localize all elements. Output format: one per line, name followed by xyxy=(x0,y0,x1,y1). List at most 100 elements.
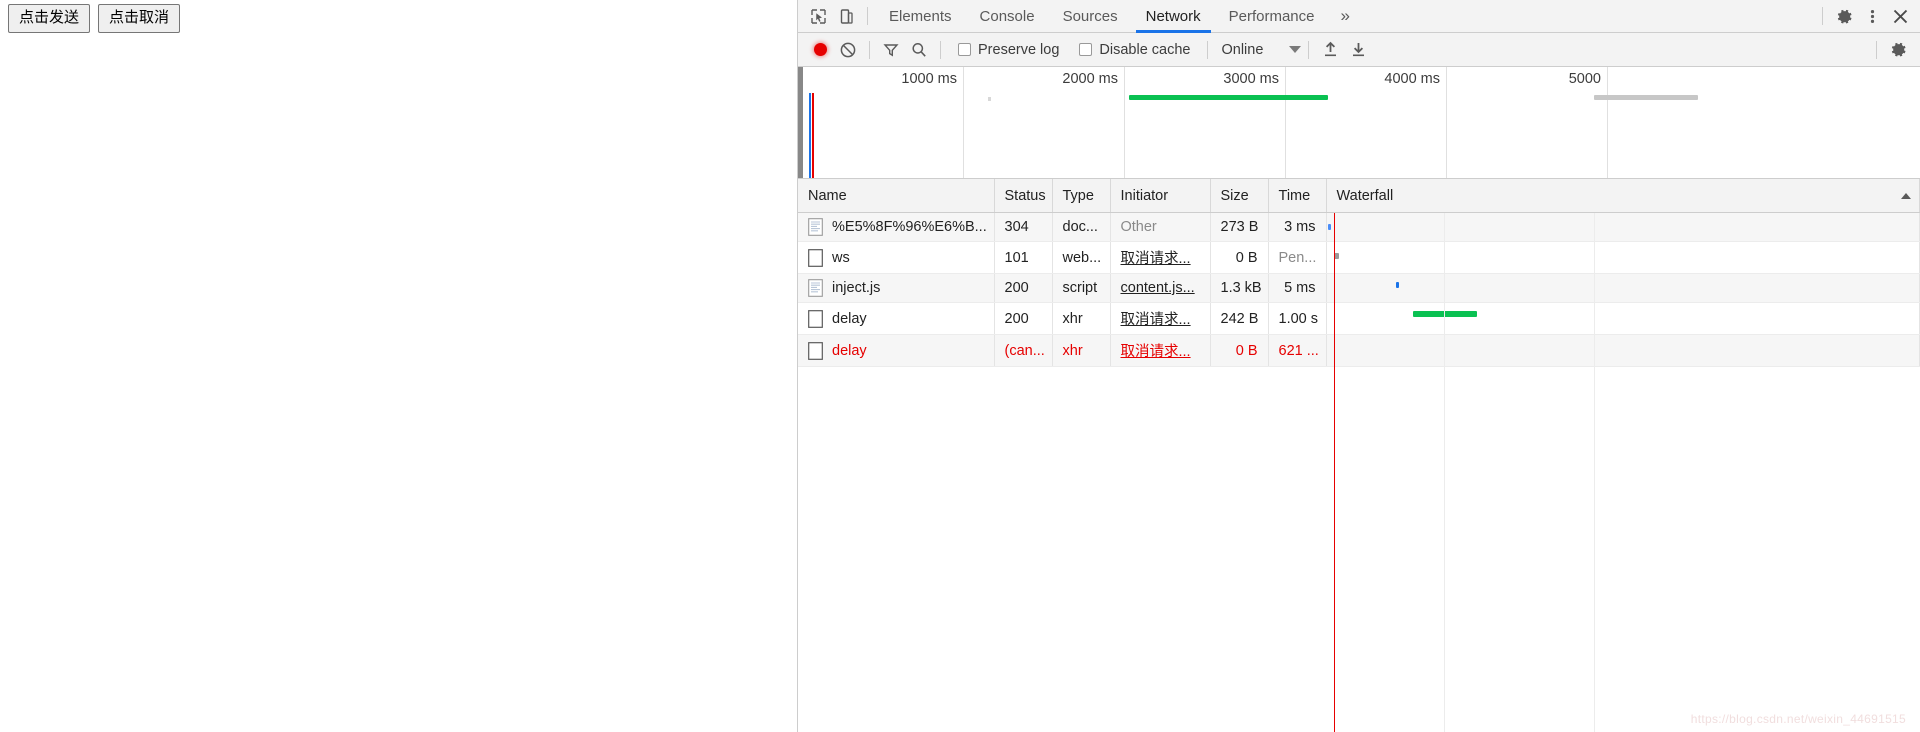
checkbox-box xyxy=(958,43,971,56)
generic-file-icon xyxy=(808,248,823,267)
tab-sources[interactable]: Sources xyxy=(1049,0,1132,33)
cell-initiator[interactable]: content.js... xyxy=(1110,273,1211,303)
toolbar-divider xyxy=(1207,40,1209,59)
tab-elements[interactable]: Elements xyxy=(875,0,966,33)
cancel-button[interactable]: 点击取消 xyxy=(98,4,181,33)
disable-cache-checkbox[interactable]: Disable cache xyxy=(1079,42,1190,58)
sort-ascending-icon xyxy=(1901,192,1911,199)
disable-cache-label: Disable cache xyxy=(1099,41,1191,58)
device-toolbar-icon[interactable] xyxy=(832,2,860,30)
cell-initiator: Other xyxy=(1110,212,1211,242)
table-header-row: Name Status Type Initiator Size Time Wat… xyxy=(798,179,1920,213)
network-overview-timeline[interactable]: 1000 ms 2000 ms 3000 ms 4000 ms 5000 xyxy=(798,67,1920,179)
more-tabs-chevron-icon[interactable]: » xyxy=(1329,0,1362,33)
request-name: delay xyxy=(832,342,867,359)
column-header-waterfall[interactable]: Waterfall xyxy=(1326,179,1920,213)
cell-size: 242 B xyxy=(1210,302,1269,335)
checkbox-box xyxy=(1079,43,1093,56)
overview-tick-label: 5000 xyxy=(1568,71,1601,87)
cell-initiator[interactable]: 取消请求... xyxy=(1110,302,1211,335)
search-icon[interactable] xyxy=(905,36,933,64)
generic-file-icon xyxy=(808,341,823,360)
column-header-initiator[interactable]: Initiator xyxy=(1110,179,1211,213)
throttling-select[interactable]: Online xyxy=(1221,41,1302,58)
cell-type: xhr xyxy=(1052,334,1111,367)
cell-waterfall xyxy=(1326,302,1920,335)
table-row[interactable]: %E5%8F%96%E6%B... 304 doc... Other 273 B3 ms xyxy=(798,212,1920,242)
column-header-type[interactable]: Type xyxy=(1052,179,1111,213)
initiator-link[interactable]: content.js... xyxy=(1121,280,1195,296)
gear-icon[interactable] xyxy=(1830,2,1858,30)
cell-name[interactable]: %E5%8F%96%E6%B... xyxy=(798,212,995,242)
table-row[interactable]: ws 101 web... 取消请求... 0 B Pen... xyxy=(798,241,1920,274)
column-header-size[interactable]: Size xyxy=(1210,179,1269,213)
initiator-link[interactable]: 取消请求... xyxy=(1121,312,1191,328)
overview-gridlines: 1000 ms 2000 ms 3000 ms 4000 ms 5000 xyxy=(798,67,1920,178)
cell-size: 1.3 kB xyxy=(1210,273,1269,303)
devtools-panel: Elements Console Sources Network Perform… xyxy=(797,0,1920,732)
clear-button[interactable] xyxy=(834,36,862,64)
initiator-link[interactable]: 取消请求... xyxy=(1121,344,1191,360)
overview-tick-3: 3000 ms xyxy=(1125,67,1286,178)
tab-console[interactable]: Console xyxy=(966,0,1049,33)
overview-left-resize-handle[interactable] xyxy=(798,67,803,178)
cell-waterfall xyxy=(1326,241,1920,274)
column-header-name[interactable]: Name xyxy=(798,179,995,213)
import-har-icon[interactable] xyxy=(1316,36,1344,64)
cell-name[interactable]: delay xyxy=(798,302,995,335)
request-name: ws xyxy=(832,249,850,266)
document-icon xyxy=(808,279,823,297)
dom-content-loaded-line xyxy=(809,93,811,178)
cell-name[interactable]: ws xyxy=(798,241,995,274)
network-request-table-wrapper[interactable]: Name Status Type Initiator Size Time Wat… xyxy=(798,179,1920,732)
chevron-down-icon xyxy=(1289,46,1302,53)
request-name: inject.js xyxy=(832,280,881,296)
close-icon[interactable] xyxy=(1886,2,1914,30)
screenshot-root: 点击发送 点击取消 Elements Console Sources Netwo… xyxy=(0,0,1920,732)
inspect-element-icon[interactable] xyxy=(804,2,832,30)
cell-name[interactable]: delay xyxy=(798,334,995,367)
cell-time: 1.00 s xyxy=(1268,302,1327,335)
kebab-menu-icon[interactable] xyxy=(1858,2,1886,30)
table-row[interactable]: delay 200 xhr 取消请求... 242 B 1.00 s xyxy=(798,302,1920,335)
column-header-time[interactable]: Time xyxy=(1268,179,1327,213)
cell-time: Pen... xyxy=(1268,241,1327,274)
table-row[interactable]: inject.js 200 script content.js... 1.3 kB 5 m… xyxy=(798,273,1920,303)
toolbar-divider xyxy=(1876,40,1877,59)
generic-file-icon xyxy=(808,309,823,328)
table-row[interactable]: delay (can... xhr 取消请求... 0 B 621 ... xyxy=(798,334,1920,367)
filter-icon[interactable] xyxy=(877,36,905,64)
throttling-value: Online xyxy=(1221,41,1264,58)
request-name: delay xyxy=(832,310,867,327)
send-button[interactable]: 点击发送 xyxy=(8,4,91,33)
cell-status: 200 xyxy=(994,302,1053,335)
cell-initiator[interactable]: 取消请求... xyxy=(1110,334,1211,367)
cell-status: 304 xyxy=(994,212,1053,242)
network-settings-gear-icon[interactable] xyxy=(1884,36,1912,64)
overview-tick-1: 1000 ms xyxy=(803,67,964,178)
tab-network[interactable]: Network xyxy=(1132,0,1215,33)
overview-tick-label: 1000 ms xyxy=(901,71,957,87)
toolbar-divider xyxy=(940,40,941,59)
cell-status: 200 xyxy=(994,273,1053,303)
cell-type: web... xyxy=(1052,241,1111,274)
cell-name[interactable]: inject.js xyxy=(798,273,995,303)
column-header-status[interactable]: Status xyxy=(994,179,1053,213)
toolbar-divider xyxy=(1308,40,1310,59)
load-event-line xyxy=(812,93,814,178)
cell-type: xhr xyxy=(1052,302,1111,335)
initiator-link[interactable]: 取消请求... xyxy=(1121,251,1191,267)
network-toolbar-actions xyxy=(1869,36,1920,64)
devtools-tabstrip: Elements Console Sources Network Perform… xyxy=(798,0,1920,33)
request-name: %E5%8F%96%E6%B... xyxy=(832,219,987,235)
cell-waterfall xyxy=(1326,334,1920,367)
preserve-log-label: Preserve log xyxy=(978,41,1060,58)
record-button[interactable] xyxy=(806,36,834,64)
cell-initiator[interactable]: 取消请求... xyxy=(1110,241,1211,274)
export-har-icon[interactable] xyxy=(1344,36,1372,64)
tab-performance[interactable]: Performance xyxy=(1215,0,1329,33)
toolbar-divider xyxy=(867,7,868,25)
preserve-log-checkbox[interactable]: Preserve log xyxy=(958,42,1059,58)
network-request-table: Name Status Type Initiator Size Time Wat… xyxy=(798,179,1920,367)
overview-tick-5: 5000 xyxy=(1447,67,1608,178)
